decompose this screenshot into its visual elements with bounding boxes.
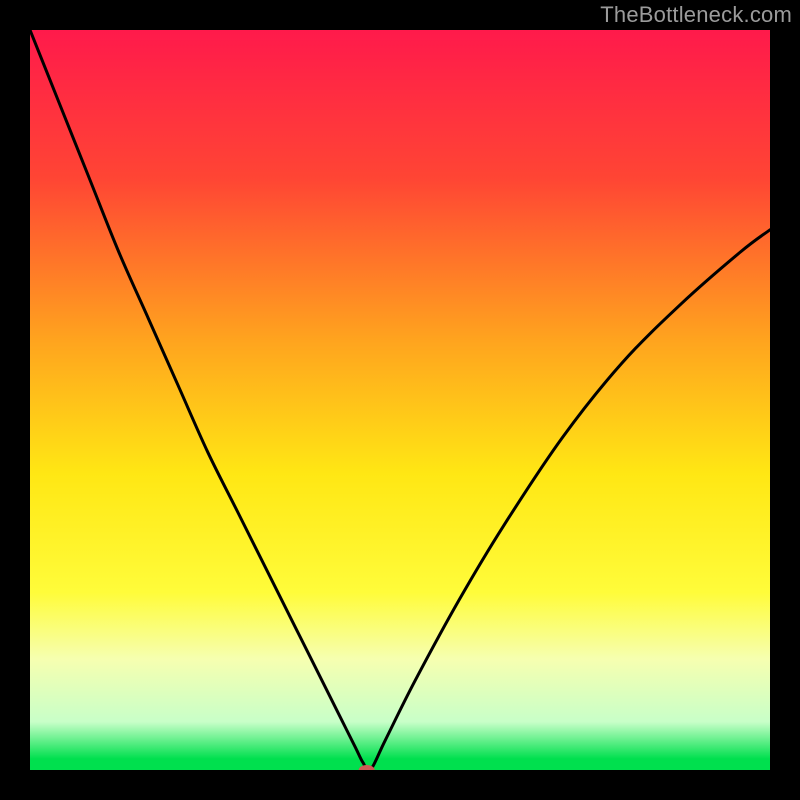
- gradient-background: [30, 30, 770, 770]
- chart-svg: [30, 30, 770, 770]
- chart-frame: TheBottleneck.com: [0, 0, 800, 800]
- watermark-text: TheBottleneck.com: [600, 2, 792, 28]
- plot-area: [30, 30, 770, 770]
